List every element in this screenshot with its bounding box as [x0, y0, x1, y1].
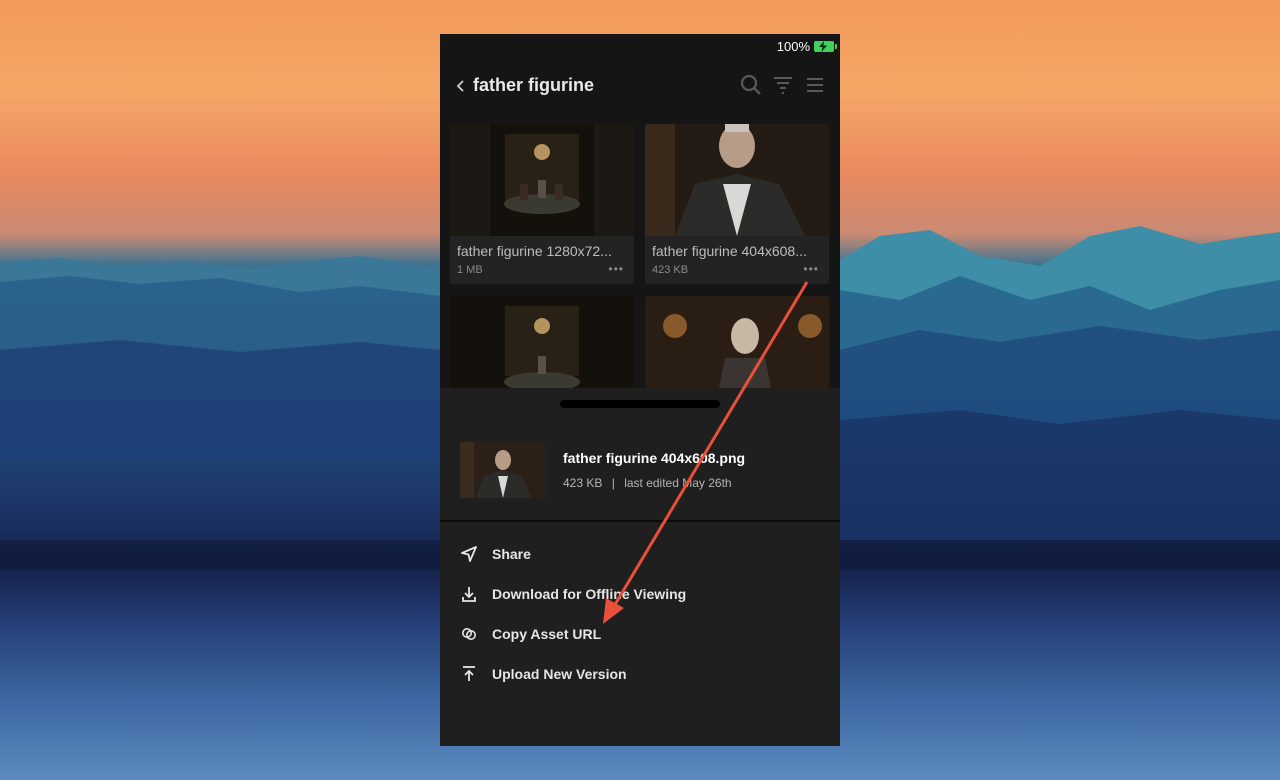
- asset-card[interactable]: father figurine 1280x72... 1 MB •••: [450, 124, 634, 284]
- battery-icon: [814, 40, 837, 52]
- menu-label: Copy Asset URL: [492, 626, 602, 642]
- phone-screen: 100% father figurine father figurine 128…: [440, 34, 840, 746]
- asset-name: father figurine 404x608...: [652, 243, 807, 259]
- asset-thumbnail: [645, 296, 829, 388]
- action-sheet: father figurine 404x608.png 423 KB | las…: [440, 388, 840, 746]
- sheet-drag-handle[interactable]: [560, 400, 720, 408]
- link-icon: [460, 625, 478, 643]
- selected-asset-meta: 423 KB | last edited May 26th: [563, 476, 732, 490]
- battery-percentage: 100%: [776, 38, 810, 54]
- asset-thumbnail: [450, 296, 634, 388]
- menu-upload-version[interactable]: Upload New Version: [460, 662, 820, 686]
- menu-download[interactable]: Download for Offline Viewing: [460, 582, 820, 606]
- last-edited: last edited May 26th: [624, 476, 732, 490]
- selected-asset-name: father figurine 404x608.png: [563, 450, 746, 466]
- download-icon: [460, 585, 478, 603]
- divider: [440, 520, 840, 522]
- asset-card[interactable]: [645, 296, 829, 388]
- more-options-icon[interactable]: •••: [803, 262, 819, 276]
- search-icon[interactable]: [740, 74, 762, 96]
- menu-label: Download for Offline Viewing: [492, 586, 687, 602]
- asset-size: 423 KB: [563, 476, 603, 490]
- chevron-left-icon[interactable]: [456, 78, 466, 99]
- menu-copy-url[interactable]: Copy Asset URL: [460, 622, 820, 646]
- asset-thumbnail: [450, 124, 634, 236]
- top-bar: father figurine: [440, 72, 840, 102]
- filter-icon[interactable]: [772, 74, 794, 96]
- asset-card[interactable]: [450, 296, 634, 388]
- page-title: father figurine: [473, 75, 595, 95]
- more-options-icon[interactable]: •••: [608, 262, 624, 276]
- asset-name: father figurine 1280x72...: [457, 243, 612, 259]
- menu-label: Share: [492, 546, 531, 562]
- selected-asset-thumbnail: [460, 442, 546, 498]
- upload-icon: [460, 665, 478, 683]
- asset-size: 1 MB: [457, 264, 483, 276]
- asset-size: 423 KB: [652, 264, 689, 276]
- list-view-icon[interactable]: [804, 74, 826, 96]
- asset-card[interactable]: father figurine 404x608... 423 KB •••: [645, 124, 829, 284]
- menu-share[interactable]: Share: [460, 542, 820, 566]
- share-icon: [460, 545, 478, 563]
- asset-thumbnail: [645, 124, 829, 236]
- menu-label: Upload New Version: [492, 666, 627, 682]
- meta-separator: |: [611, 476, 615, 490]
- status-bar: 100%: [776, 38, 837, 54]
